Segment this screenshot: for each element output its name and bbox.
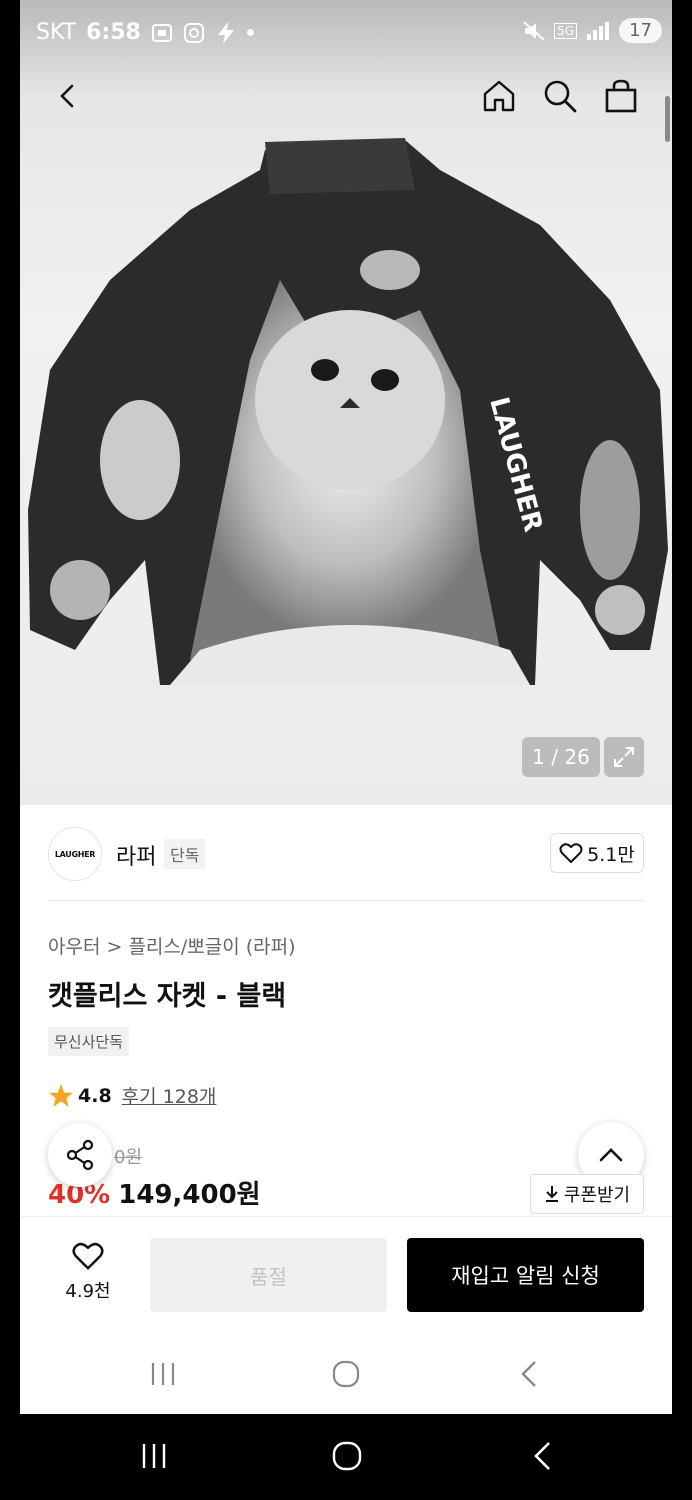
brand-name[interactable]: 라퍼	[116, 839, 156, 871]
page-scrollbar[interactable]	[665, 96, 670, 142]
original-price: 0원	[114, 1147, 143, 1168]
wishlist-count: 4.9천	[65, 1281, 111, 1302]
notification-dot-icon	[246, 29, 254, 36]
purchase-action-bar: 4.9천 품절 재입고 알림 신청	[20, 1216, 672, 1332]
shopping-bag-icon	[605, 79, 637, 113]
recent-apps-button[interactable]	[133, 1354, 193, 1394]
cart-button[interactable]	[597, 70, 645, 122]
mute-icon	[523, 20, 545, 41]
system-recent-apps-button[interactable]	[124, 1436, 184, 1476]
home-button[interactable]	[475, 70, 523, 122]
brand-like-count: 5.1만	[587, 843, 635, 866]
lightning-icon	[217, 21, 234, 44]
system-home-button[interactable]	[317, 1436, 377, 1476]
home-icon	[483, 80, 515, 112]
restock-alert-button[interactable]: 재입고 알림 신청	[407, 1238, 644, 1312]
category-breadcrumb[interactable]: 아우터 > 플리스/뽀글이 (라퍼)	[48, 932, 296, 959]
rating-summary[interactable]: 4.8 후기 128개	[48, 1082, 216, 1109]
brand-logo-text: LAUGHER	[54, 849, 96, 859]
expand-icon	[614, 747, 634, 767]
back-nav-button[interactable]	[499, 1354, 559, 1394]
image-counter: 1 / 26	[522, 737, 600, 777]
back-button[interactable]	[44, 70, 92, 122]
brand-like-button[interactable]: 5.1만	[550, 833, 644, 873]
back-chevron-icon	[521, 1361, 536, 1387]
network-type: 5G	[554, 22, 578, 39]
home-nav-button[interactable]	[316, 1354, 376, 1394]
system-back-button[interactable]	[512, 1436, 572, 1476]
home-circle-icon	[332, 1360, 360, 1388]
download-icon	[545, 1186, 558, 1202]
heart-icon	[559, 843, 583, 863]
signal-icon	[587, 21, 610, 40]
search-button[interactable]	[536, 70, 584, 122]
system-navigation-bar	[0, 1414, 692, 1500]
back-chevron-icon	[534, 1442, 550, 1470]
recent-apps-icon	[151, 1363, 175, 1385]
instagram-icon	[183, 22, 204, 43]
status-bar: SKT 6:58 5G 17	[20, 0, 672, 66]
product-gallery[interactable]: LAUGHER 1 / 26	[20, 0, 672, 805]
clock: 6:58	[86, 20, 141, 45]
wishlist-button[interactable]: 4.9천	[60, 1241, 116, 1303]
search-icon	[544, 80, 577, 113]
expand-image-button[interactable]	[604, 737, 644, 777]
top-navigation	[20, 70, 672, 126]
chevron-left-icon	[60, 84, 74, 108]
battery-level: 17	[619, 18, 662, 43]
divider	[48, 900, 644, 901]
brand-section: LAUGHER 라퍼 단독 5.1만	[20, 805, 672, 901]
brand-logo[interactable]: LAUGHER	[48, 827, 102, 881]
share-icon	[66, 1139, 94, 1171]
soldout-button: 품절	[150, 1238, 387, 1312]
product-title: 캣플리스 자켓 - 블랙	[48, 981, 287, 1012]
app-window: LAUGHER 1 / 26 SKT 6:58 5G 17 LAUGHER 라퍼…	[20, 0, 672, 1414]
rating-score: 4.8	[78, 1084, 112, 1107]
share-button[interactable]	[48, 1123, 112, 1187]
coupon-button[interactable]: 쿠폰받기	[530, 1174, 644, 1214]
recent-apps-icon	[142, 1444, 166, 1468]
phone-screen: LAUGHER 1 / 26 SKT 6:58 5G 17 LAUGHER 라퍼…	[0, 0, 692, 1500]
brand-exclusive-tag: 단독	[164, 839, 206, 869]
app-navigation-bar	[20, 1332, 672, 1414]
heart-icon	[72, 1242, 104, 1270]
star-icon	[49, 1083, 73, 1107]
screenshot-icon	[151, 23, 172, 42]
exclusive-badge: 무신사단독	[48, 1027, 130, 1056]
home-circle-icon	[332, 1441, 362, 1471]
chevron-up-icon	[599, 1148, 623, 1162]
carrier-label: SKT	[36, 20, 77, 45]
coupon-label: 쿠폰받기	[563, 1185, 631, 1206]
review-link[interactable]: 후기 128개	[122, 1082, 217, 1109]
product-image: LAUGHER	[28, 138, 668, 685]
sale-price: 149,400원	[118, 1180, 261, 1210]
